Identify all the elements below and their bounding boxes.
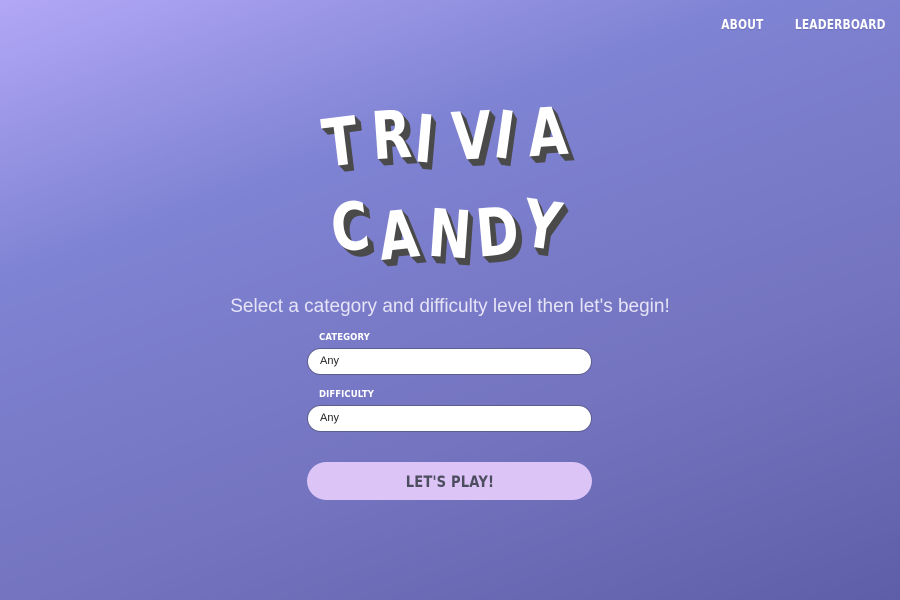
logo-letter: A	[374, 195, 423, 276]
logo-letter: D	[472, 192, 522, 273]
logo-letter: I	[489, 96, 520, 175]
category-label: CATEGORY	[319, 332, 370, 343]
instructions-text: Select a category and difficulty level t…	[230, 296, 670, 317]
difficulty-label: DIFFICULTY	[319, 389, 374, 400]
difficulty-select[interactable]: Any	[307, 405, 592, 432]
logo-letter: A	[524, 92, 571, 173]
category-select[interactable]: Any	[307, 348, 592, 375]
logo-letter: Y	[518, 184, 566, 267]
logo-letter: R	[368, 95, 414, 176]
logo-letter: V	[449, 97, 494, 176]
about-link[interactable]: ABOUT	[721, 18, 763, 33]
top-nav: ABOUT LEADERBOARD	[712, 18, 886, 33]
lets-play-label: LET'S PLAY!	[405, 471, 494, 491]
logo-letter: N	[425, 194, 474, 275]
logo-letter: I	[411, 100, 438, 179]
logo-letter: T	[318, 102, 363, 183]
leaderboard-link[interactable]: LEADERBOARD	[795, 18, 886, 33]
lets-play-button[interactable]: LET'S PLAY!	[307, 462, 592, 500]
logo-letter: C	[326, 186, 374, 269]
